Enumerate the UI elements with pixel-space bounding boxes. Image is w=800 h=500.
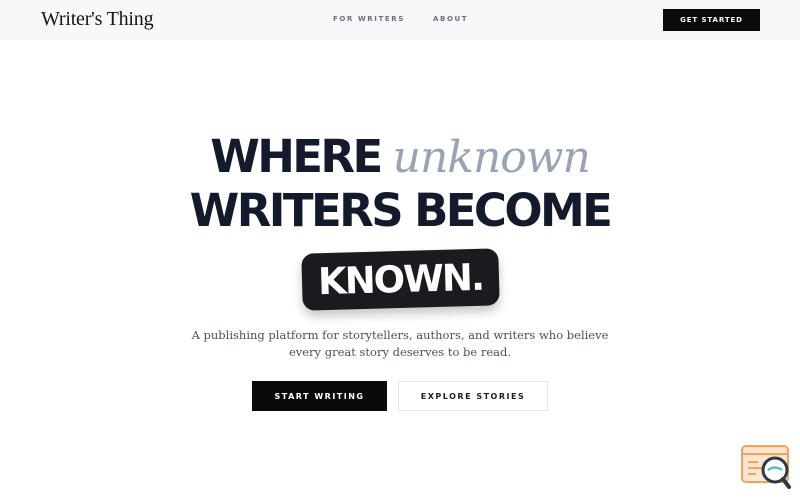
headline-word-where: WHERE — [210, 130, 383, 183]
known-highlight-badge: KNOWN. — [301, 248, 500, 311]
hero-subtitle: A publishing platform for storytellers, … — [150, 327, 650, 361]
headline-line-2: WRITERS BECOME — [0, 184, 800, 240]
document-search-icon — [741, 445, 791, 489]
start-writing-button[interactable]: START WRITING — [252, 381, 387, 411]
hero-subtitle-line-2: every great story deserves to be read. — [288, 345, 512, 359]
floating-help-widget[interactable] — [741, 444, 791, 490]
hero-subtitle-line-1: A publishing platform for storytellers, … — [191, 328, 609, 342]
explore-stories-button[interactable]: EXPLORE STORIES — [398, 381, 548, 411]
headline-line-1: WHERE unknown — [0, 130, 800, 186]
known-highlight-text: KNOWN. — [317, 255, 484, 304]
headline-word-unknown: unknown — [392, 132, 591, 183]
nav-link-for-writers[interactable]: FOR WRITERS — [333, 15, 405, 23]
site-logo[interactable]: Writer's Thing — [41, 8, 154, 31]
headline-writers-become: WRITERS BECOME — [189, 184, 613, 237]
nav-link-about[interactable]: ABOUT — [433, 15, 468, 23]
top-navigation-bar: Writer's Thing FOR WRITERS ABOUT GET STA… — [0, 0, 800, 40]
get-started-button[interactable]: GET STARTED — [663, 9, 760, 31]
